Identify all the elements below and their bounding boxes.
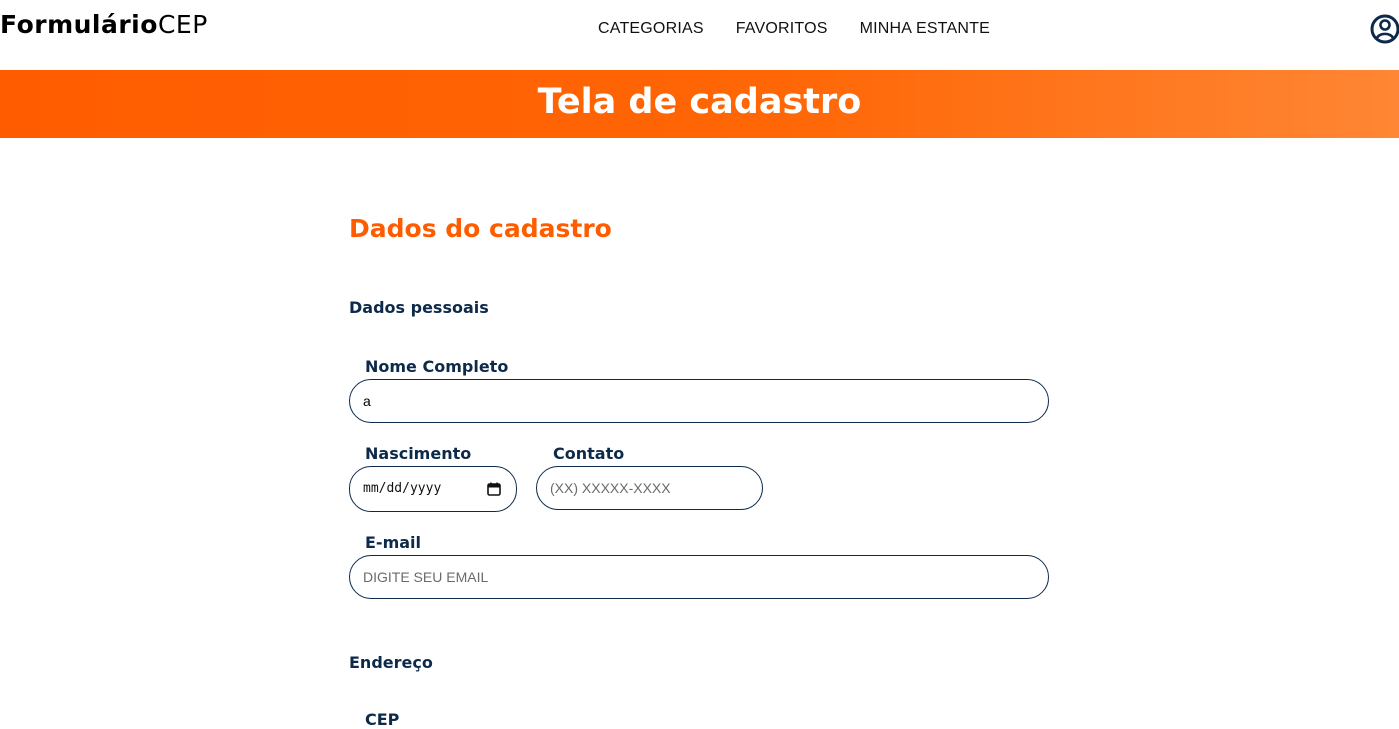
full-name-input[interactable] — [349, 379, 1049, 423]
cep-label: CEP — [365, 710, 400, 729]
personal-data-heading: Dados pessoais — [349, 298, 489, 317]
email-input[interactable] — [349, 555, 1049, 599]
form-title: Dados do cadastro — [349, 214, 612, 243]
calendar-icon[interactable] — [487, 482, 501, 496]
user-circle-icon[interactable] — [1370, 12, 1399, 46]
birth-date-label: Nascimento — [365, 444, 472, 463]
nav-link-minha-estante[interactable]: MINHA ESTANTE — [860, 20, 990, 38]
contact-input[interactable] — [536, 466, 763, 510]
logo-bold-text: Formulário — [0, 10, 158, 39]
email-label: E-mail — [365, 533, 422, 552]
page-banner: Tela de cadastro — [0, 70, 1399, 138]
birth-date-input[interactable]: mm/dd/yyyy — [349, 466, 517, 512]
full-name-label: Nome Completo — [365, 357, 509, 376]
address-heading: Endereço — [349, 653, 433, 672]
logo-light-text: CEP — [157, 10, 208, 39]
top-navbar: FormulárioCEP CATEGORIAS FAVORITOS MINHA… — [0, 0, 1399, 70]
nav-link-favoritos[interactable]: FAVORITOS — [736, 20, 828, 38]
contact-label: Contato — [553, 444, 625, 463]
brand-logo[interactable]: FormulárioCEP — [0, 10, 208, 39]
main-nav: CATEGORIAS FAVORITOS MINHA ESTANTE — [598, 20, 1022, 38]
nav-link-categorias[interactable]: CATEGORIAS — [598, 20, 704, 38]
page-title: Tela de cadastro — [537, 82, 862, 122]
birth-date-format: mm/dd/yyyy — [363, 481, 442, 496]
